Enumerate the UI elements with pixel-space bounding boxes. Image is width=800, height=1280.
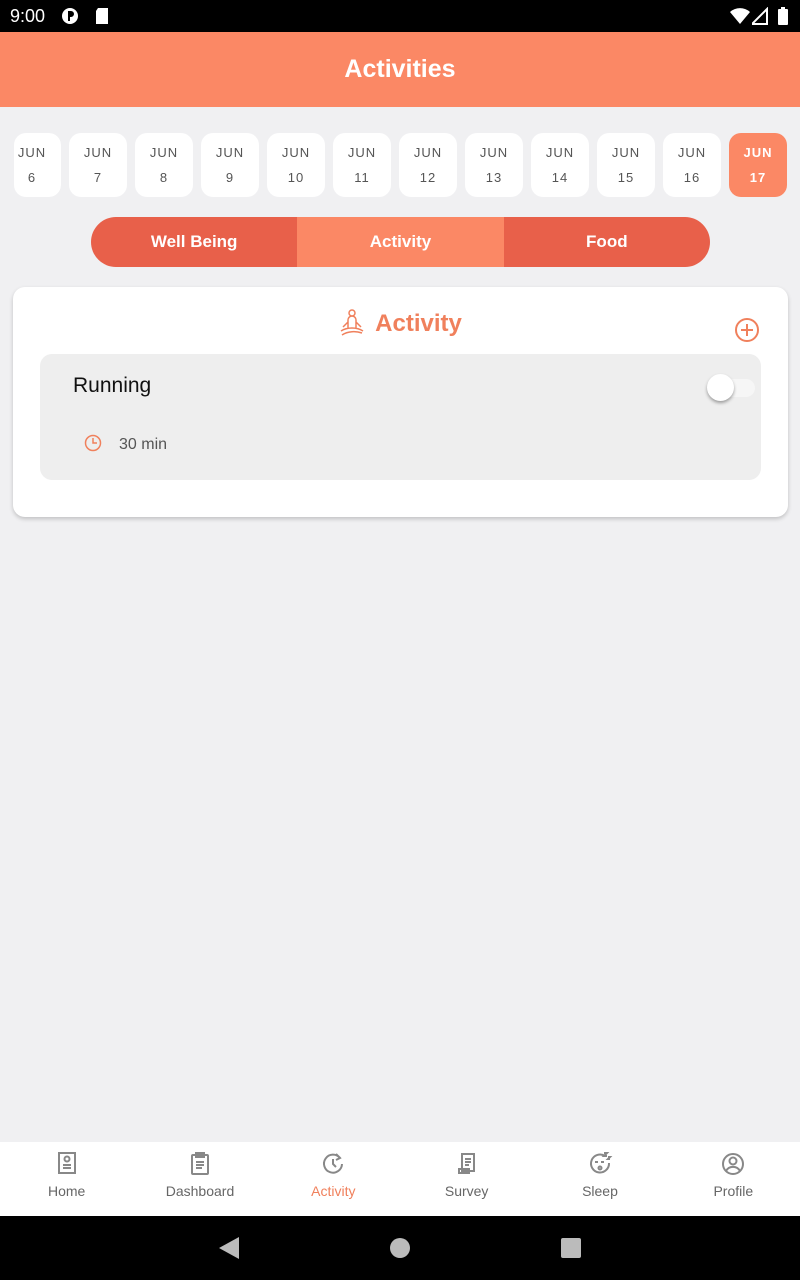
date-month: JUN bbox=[413, 145, 443, 160]
date-chip[interactable]: JUN 17 bbox=[729, 133, 787, 197]
date-day: 12 bbox=[419, 170, 437, 185]
date-selector[interactable]: JUN 6 JUN 7 JUN 8 JUN 9 JUN 10 JUN 11 JUN 12 JUN 13 JUN 1… bbox=[0, 133, 800, 197]
activity-item[interactable]: Running 30 min bbox=[40, 354, 761, 480]
date-chip[interactable]: JUN 12 bbox=[399, 133, 457, 197]
date-chip[interactable]: JUN 8 bbox=[135, 133, 193, 197]
date-day: 16 bbox=[683, 170, 701, 185]
date-day: 10 bbox=[287, 170, 305, 185]
date-day: 15 bbox=[617, 170, 635, 185]
battery-icon bbox=[778, 7, 788, 25]
date-day: 11 bbox=[354, 170, 370, 185]
sleep-face-icon bbox=[589, 1152, 613, 1174]
clipboard-icon bbox=[190, 1152, 209, 1175]
date-month: JUN bbox=[611, 145, 641, 160]
date-chip[interactable]: JUN 10 bbox=[267, 133, 325, 197]
nav-tab-dashboard[interactable]: Dashboard bbox=[133, 1142, 266, 1216]
date-chip[interactable]: JUN 11 bbox=[333, 133, 391, 197]
nav-tab-profile[interactable]: Profile bbox=[667, 1142, 800, 1216]
activity-card: Activity Running 30 min bbox=[13, 287, 788, 517]
date-day: 7 bbox=[93, 170, 103, 185]
activity-duration: 30 min bbox=[119, 436, 168, 453]
meditation-icon bbox=[340, 309, 364, 336]
date-chip[interactable]: JUN 14 bbox=[531, 133, 589, 197]
wifi-icon bbox=[730, 8, 750, 24]
add-circle-icon[interactable] bbox=[734, 317, 760, 343]
date-month: JUN bbox=[743, 145, 773, 160]
back-icon[interactable] bbox=[219, 1237, 239, 1259]
date-day: 6 bbox=[27, 170, 37, 185]
date-month: JUN bbox=[347, 145, 377, 160]
sd-card-icon bbox=[96, 8, 108, 24]
date-month: JUN bbox=[17, 145, 47, 160]
date-month: JUN bbox=[677, 145, 707, 160]
nav-label: Dashboard bbox=[165, 1183, 235, 1199]
page-title: Activities bbox=[344, 55, 456, 83]
date-month: JUN bbox=[215, 145, 245, 160]
date-month: JUN bbox=[281, 145, 311, 160]
activity-name: Running bbox=[73, 374, 152, 397]
recents-icon[interactable] bbox=[561, 1238, 581, 1258]
nav-label: Profile bbox=[713, 1183, 754, 1199]
app-bar: Activities bbox=[0, 32, 800, 107]
clock-refresh-icon bbox=[323, 1153, 344, 1174]
tab-activity[interactable]: Activity bbox=[297, 217, 504, 267]
date-chip[interactable]: JUN 13 bbox=[465, 133, 523, 197]
date-month: JUN bbox=[149, 145, 179, 160]
date-month: JUN bbox=[83, 145, 113, 160]
nav-label: Home bbox=[47, 1183, 86, 1199]
home-book-icon bbox=[57, 1152, 76, 1174]
date-chip[interactable]: JUN 15 bbox=[597, 133, 655, 197]
clock-icon bbox=[84, 434, 102, 452]
system-nav-bar bbox=[0, 1216, 800, 1280]
tab-food[interactable]: Food bbox=[503, 217, 710, 267]
nav-tab-survey[interactable]: Survey bbox=[400, 1142, 533, 1216]
date-month: JUN bbox=[545, 145, 575, 160]
nav-tab-home[interactable]: Home bbox=[0, 1142, 133, 1216]
activity-toggle[interactable] bbox=[707, 374, 755, 401]
date-chip[interactable]: JUN 9 bbox=[201, 133, 259, 197]
date-chip[interactable]: JUN 16 bbox=[663, 133, 721, 197]
bottom-nav: Home Dashboard Activity Survey Sleep Profile bbox=[0, 1142, 800, 1216]
nav-tab-activity[interactable]: Activity bbox=[267, 1142, 400, 1216]
card-title: Activity bbox=[13, 309, 788, 338]
home-circle-icon[interactable] bbox=[389, 1237, 411, 1259]
status-time: 9:00 bbox=[10, 6, 46, 26]
date-chip[interactable]: JUN 7 bbox=[69, 133, 127, 197]
date-chip[interactable]: JUN 6 bbox=[14, 133, 61, 197]
date-day: 13 bbox=[485, 170, 503, 185]
category-tabs: Well Being Activity Food bbox=[91, 217, 710, 267]
date-day: 17 bbox=[749, 170, 767, 185]
signal-icon bbox=[752, 7, 768, 25]
date-day: 8 bbox=[159, 170, 169, 185]
tab-well-being[interactable]: Well Being bbox=[91, 217, 298, 267]
user-circle-icon bbox=[722, 1153, 745, 1175]
date-day: 14 bbox=[551, 170, 569, 185]
nav-label: Activity bbox=[311, 1183, 356, 1199]
status-bar: 9:00 bbox=[0, 0, 800, 32]
nav-label: Sleep bbox=[582, 1183, 618, 1199]
date-month: JUN bbox=[479, 145, 509, 160]
nav-tab-sleep[interactable]: Sleep bbox=[533, 1142, 666, 1216]
nav-label: Survey bbox=[444, 1183, 489, 1199]
app-notification-icon bbox=[62, 8, 78, 24]
receipt-icon bbox=[457, 1153, 475, 1174]
date-day: 9 bbox=[225, 170, 235, 185]
